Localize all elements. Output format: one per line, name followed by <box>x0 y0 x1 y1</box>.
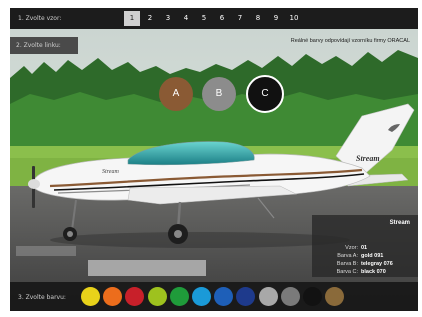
color-swatch-navy[interactable] <box>236 287 256 306</box>
color-swatch-brown[interactable] <box>325 287 345 306</box>
color-slot-a[interactable]: A <box>159 77 193 111</box>
step2-label: 2. Zvolte linku: <box>16 42 61 49</box>
color-swatch-blue[interactable] <box>214 287 234 306</box>
pattern-button-7[interactable]: 7 <box>232 11 248 26</box>
configurator-frame: Stream Stream 1. Zvolte vzor: 1 2 3 4 5 … <box>10 8 418 311</box>
pattern-selector: 1 2 3 4 5 6 7 8 9 10 <box>124 11 302 26</box>
info-key: Barva B: <box>336 261 358 267</box>
info-title: Stream <box>389 220 410 226</box>
pattern-button-4[interactable]: 4 <box>178 11 194 26</box>
color-swatch-light-gray[interactable] <box>258 287 278 306</box>
info-row: Barva A: gold 091 <box>312 253 418 261</box>
info-row: Barva C: black 070 <box>312 269 418 277</box>
info-key: Barva A: <box>337 253 358 259</box>
color-swatch-orange[interactable] <box>103 287 123 306</box>
info-row: Barva B: telegray 076 <box>312 261 418 269</box>
step3-label: 3. Zvolte barvu: <box>18 294 66 301</box>
info-value: black 070 <box>361 269 386 275</box>
color-disclaimer: Reálné barvy odpovídají vzorníku firmy O… <box>290 38 410 44</box>
info-row: Vzor: 01 <box>312 245 418 253</box>
info-value: gold 091 <box>361 253 384 259</box>
pattern-button-5[interactable]: 5 <box>196 11 212 26</box>
step1-label: 1. Zvolte vzor: <box>18 15 62 22</box>
color-swatch-yellow[interactable] <box>81 287 100 306</box>
plane-name-fuselage: Stream <box>102 169 119 175</box>
selection-info-panel: Stream Vzor: 01 Barva A: gold 091 Barva … <box>312 215 418 277</box>
color-swatch-red[interactable] <box>125 287 145 306</box>
plane-name-tail: Stream <box>356 154 380 163</box>
pattern-button-9[interactable]: 9 <box>268 11 284 26</box>
color-swatches <box>81 287 345 306</box>
color-swatch-black[interactable] <box>302 287 322 306</box>
pattern-button-10[interactable]: 10 <box>286 11 302 26</box>
color-slot-b[interactable]: B <box>202 77 236 111</box>
pattern-toolbar: 1. Zvolte vzor: 1 2 3 4 5 6 7 8 9 10 <box>10 8 418 29</box>
color-slot-c[interactable]: C <box>246 75 284 113</box>
pattern-button-1[interactable]: 1 <box>124 11 140 26</box>
pattern-button-2[interactable]: 2 <box>142 11 158 26</box>
pattern-button-8[interactable]: 8 <box>250 11 266 26</box>
color-palette-bar: 3. Zvolte barvu: <box>10 282 418 311</box>
info-key: Vzor: <box>345 245 358 251</box>
info-value: telegray 076 <box>361 261 393 267</box>
pattern-button-6[interactable]: 6 <box>214 11 230 26</box>
color-swatch-lime[interactable] <box>147 287 167 306</box>
color-swatch-gray[interactable] <box>280 287 300 306</box>
info-key: Barva C: <box>336 269 358 275</box>
pattern-button-3[interactable]: 3 <box>160 11 176 26</box>
info-value: 01 <box>361 245 368 251</box>
color-swatch-green[interactable] <box>169 287 189 306</box>
color-swatch-light-blue[interactable] <box>191 287 211 306</box>
step2-panel: 2. Zvolte linku: <box>10 37 78 54</box>
